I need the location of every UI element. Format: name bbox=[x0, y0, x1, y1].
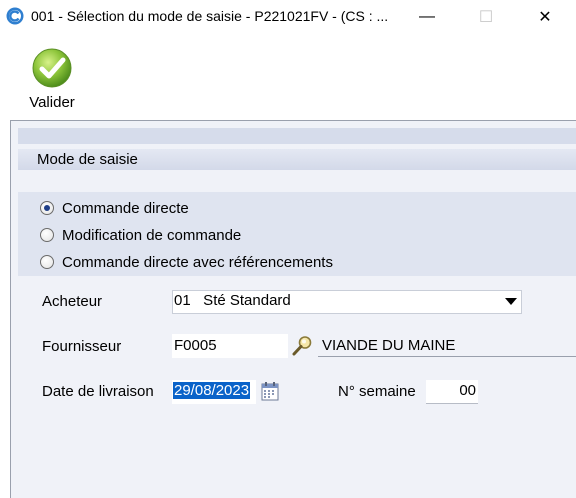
mode-option-label: Modification de commande bbox=[62, 226, 242, 244]
buyer-label: Acheteur bbox=[42, 293, 103, 310]
search-lookup-icon[interactable] bbox=[290, 334, 314, 358]
radio-selected-dot bbox=[44, 205, 50, 211]
week-number-label: N° semaine bbox=[338, 383, 416, 400]
calendar-icon[interactable] bbox=[261, 381, 279, 401]
mode-option-label: Commande directe avec référencements bbox=[62, 253, 333, 271]
mode-option-label: Commande directe bbox=[62, 199, 189, 217]
supplier-name-underline bbox=[318, 356, 576, 357]
buyer-value: 01 Sté Standard bbox=[174, 292, 291, 309]
delivery-date-label: Date de livraison bbox=[42, 383, 154, 400]
section-title: Mode de saisie bbox=[37, 151, 138, 168]
validate-label: Valider bbox=[29, 94, 75, 111]
supplier-code-value: F0005 bbox=[174, 337, 217, 354]
radio-button[interactable] bbox=[40, 201, 54, 215]
toolbar bbox=[0, 34, 576, 118]
delivery-date-value: 29/08/2023 bbox=[173, 382, 251, 399]
supplier-name: VIANDE DU MAINE bbox=[322, 337, 456, 354]
panel-top-strip bbox=[18, 128, 576, 144]
app-logo-icon bbox=[6, 7, 24, 25]
minimize-button[interactable]: — bbox=[404, 0, 450, 33]
week-number-value: 00 bbox=[459, 382, 476, 399]
maximize-button[interactable]: ☐ bbox=[463, 0, 509, 33]
window-title: 001 - Sélection du mode de saisie - P221… bbox=[31, 8, 389, 24]
mode-option-direct[interactable]: Commande directe bbox=[40, 197, 189, 219]
dropdown-arrow-icon[interactable] bbox=[500, 291, 521, 313]
close-button[interactable]: ✕ bbox=[522, 0, 568, 33]
mode-option-modification[interactable]: Modification de commande bbox=[40, 224, 241, 246]
radio-button[interactable] bbox=[40, 228, 54, 242]
supplier-label: Fournisseur bbox=[42, 338, 122, 355]
green-checkmark-icon bbox=[32, 48, 72, 88]
mode-option-referencing[interactable]: Commande directe avec référencements bbox=[40, 251, 333, 273]
validate-button[interactable]: Valider bbox=[20, 46, 84, 116]
radio-button[interactable] bbox=[40, 255, 54, 269]
